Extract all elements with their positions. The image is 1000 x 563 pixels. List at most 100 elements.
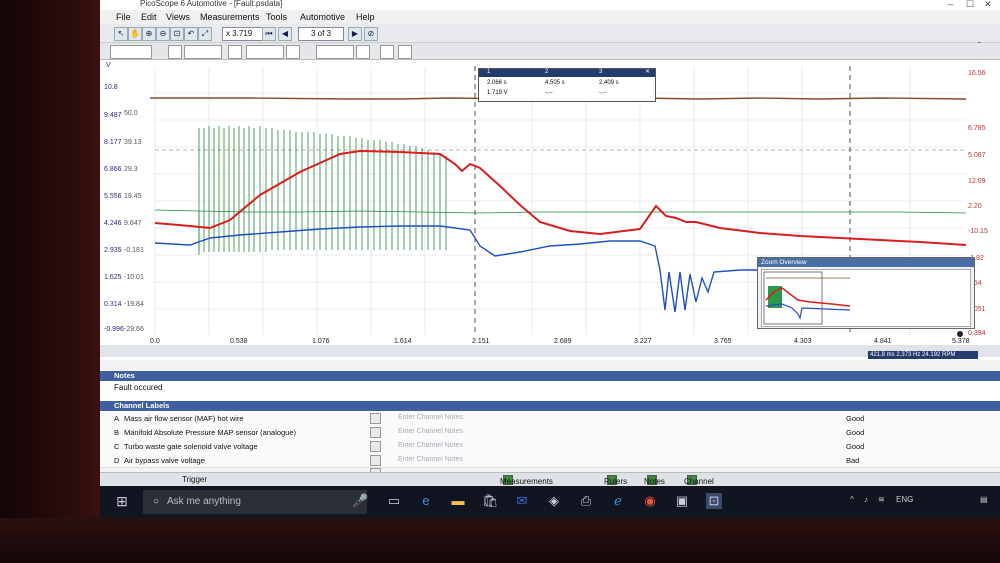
channel-note-input[interactable]: Enter Channel Notes xyxy=(398,414,463,421)
channel-b-range[interactable] xyxy=(184,45,222,59)
channel-d-range[interactable] xyxy=(316,45,354,59)
edge-icon[interactable]: e xyxy=(418,493,434,509)
windows-start-icon[interactable]: ⊞ xyxy=(114,493,130,509)
channel-labels-header[interactable]: Channel Labels xyxy=(100,401,1000,411)
channel-c-trace xyxy=(154,126,967,255)
store-icon[interactable]: 🛍 xyxy=(482,493,499,509)
zoom-area-icon[interactable]: ⊡ xyxy=(170,27,184,41)
x-tick: 2.151 xyxy=(472,338,490,345)
close-icon[interactable]: ✕ xyxy=(645,68,650,75)
measurements-header: 1 2 3 ✕ xyxy=(479,69,655,77)
channel-a-range[interactable] xyxy=(110,45,152,59)
notes-panel[interactable]: Fault occured xyxy=(100,381,1000,401)
channel-status: Bad xyxy=(846,456,860,465)
channel-d-coupling[interactable] xyxy=(356,45,370,59)
x-tick: 4.841 xyxy=(874,338,892,345)
outlook-icon[interactable]: ✉ xyxy=(514,493,530,509)
channel-labels-toggle[interactable]: Channel Labels xyxy=(684,475,714,495)
channel-note-input[interactable]: Enter Channel Notes xyxy=(398,456,463,463)
pico-app-icon[interactable]: ◈ xyxy=(546,493,562,509)
channel-note-buttons[interactable] xyxy=(370,455,392,479)
channel-label-row: D Air bypass valve voltage Enter Channel… xyxy=(100,453,1000,479)
measurements-toggle[interactable]: Measurements xyxy=(500,475,553,486)
minimize-icon[interactable]: – xyxy=(948,0,953,9)
microphone-icon[interactable]: 🎤 xyxy=(352,493,368,509)
x-tick: 2.689 xyxy=(554,338,572,345)
pointer-icon[interactable]: ↖ xyxy=(114,27,128,41)
zoom-overview-panel[interactable]: Zoom Overview xyxy=(757,257,975,329)
zoom-out-icon[interactable]: ⊖ xyxy=(156,27,170,41)
channel-c-range[interactable] xyxy=(246,45,284,59)
title-bar: PicoScope 6 Automotive - [Fault.psdata] … xyxy=(100,0,1000,10)
buffer-first-icon[interactable]: ⏮ xyxy=(262,27,276,41)
menu-automotive[interactable]: Automotive xyxy=(300,12,345,22)
network-icon[interactable]: ≋ xyxy=(878,495,885,504)
undo-zoom-icon[interactable]: ↶ xyxy=(184,27,198,41)
channel-label-row: B Manifold Absolute Pressure MAP sensor … xyxy=(100,425,1000,451)
menu-views[interactable]: Views xyxy=(166,12,190,22)
menu-file[interactable]: File xyxy=(116,12,131,22)
chrome-icon[interactable]: ◉ xyxy=(642,493,658,509)
tray-up-icon[interactable]: ^ xyxy=(850,495,854,504)
internet-explorer-icon[interactable]: ℯ xyxy=(610,493,626,509)
x-tick: 1.076 xyxy=(312,338,330,345)
menu-help[interactable]: Help xyxy=(356,12,375,22)
measurement-value: 1.719 V xyxy=(487,90,508,96)
measurement-value: 2.409 s xyxy=(599,80,619,86)
channel-d-enable[interactable] xyxy=(380,45,394,59)
buffer-prev-icon[interactable]: ◀ xyxy=(278,27,292,41)
x-tick: 3.227 xyxy=(634,338,652,345)
photos-icon[interactable]: ▣ xyxy=(674,493,690,509)
channel-settings-bar xyxy=(100,43,1000,60)
rulers-toggle[interactable]: Rulers xyxy=(604,475,627,486)
zoom-in-icon[interactable]: ⊕ xyxy=(142,27,156,41)
channel-c-coupling[interactable] xyxy=(286,45,300,59)
channel-note-input[interactable]: Enter Channel Notes xyxy=(398,442,463,449)
hand-icon[interactable]: ✋ xyxy=(128,27,142,41)
fax-icon[interactable]: ⎙ xyxy=(578,493,594,509)
cortana-search[interactable]: ○ Ask me anything xyxy=(143,490,367,514)
channel-note-buttons[interactable] xyxy=(370,441,392,465)
measurement-col: 2 xyxy=(545,69,549,75)
window-title: PicoScope 6 Automotive - [Fault.psdata] xyxy=(140,0,283,8)
menu-edit[interactable]: Edit xyxy=(141,12,157,22)
channel-letter: B xyxy=(114,428,120,437)
scope-graph[interactable]: V 10.8 9.487 8.177 6.866 5.556 4.246 2.9… xyxy=(100,60,1000,360)
channel-a-coupling[interactable] xyxy=(168,45,182,59)
channel-note-buttons[interactable] xyxy=(370,413,392,437)
notifications-icon[interactable]: ▤ xyxy=(980,495,988,504)
channel-label-row: A Mass air flow sensor (MAF) hot wire En… xyxy=(100,411,1000,437)
channel-note-input[interactable]: Enter Channel Notes xyxy=(398,428,463,435)
language-indicator[interactable]: ENG xyxy=(896,495,913,504)
channel-b-coupling[interactable] xyxy=(228,45,242,59)
menu-bar: File Edit Views Measurements Tools Autom… xyxy=(100,10,1000,24)
close-icon[interactable]: ✕ xyxy=(984,0,992,10)
horizontal-scrollbar[interactable] xyxy=(100,345,1000,357)
notes-toggle[interactable]: Notes xyxy=(644,475,665,486)
ruler-handle[interactable] xyxy=(957,331,963,337)
picoscope-taskbar-icon[interactable]: ⊡ xyxy=(706,493,722,509)
probe-settings-button[interactable] xyxy=(398,45,412,59)
measurements-table[interactable]: 1 2 3 ✕ 2.066 s 4.505 s 2.409 s 1.719 V … xyxy=(478,68,656,102)
zoom-fit-icon[interactable]: ⤢ xyxy=(198,27,212,41)
channel-name: Air bypass valve voltage xyxy=(124,456,205,465)
channel-note-buttons[interactable] xyxy=(370,427,392,451)
monitor-bezel-bottom xyxy=(0,518,1000,563)
channel-name: Manifold Absolute Pressure MAP sensor (a… xyxy=(124,428,297,437)
toolbar: ↖ ✋ ⊕ ⊖ ⊡ ↶ ⤢ x 3.719 ⏮ ◀ 3 of 3 ▶ ⊘ xyxy=(100,24,1000,43)
menu-measurements[interactable]: Measurements xyxy=(200,12,260,22)
bottom-toolbar: Trigger Measurements Rulers Notes Channe… xyxy=(100,472,1000,495)
channel-status: Good xyxy=(846,442,865,451)
trigger-mode[interactable]: Trigger xyxy=(182,475,207,484)
buffer-next-icon[interactable]: ▶ xyxy=(348,27,362,41)
x-tick: 4.303 xyxy=(794,338,812,345)
x-tick: 0.538 xyxy=(230,338,248,345)
buffer-navigator-icon[interactable]: ⊘ xyxy=(364,27,378,41)
zoom-level-field[interactable]: x 3.719 xyxy=(222,27,263,41)
file-explorer-icon[interactable]: ▬ xyxy=(450,493,466,509)
volume-icon[interactable]: ♪ xyxy=(864,495,868,504)
notes-header[interactable]: Notes xyxy=(100,371,1000,381)
menu-tools[interactable]: Tools xyxy=(266,12,287,22)
maximize-icon[interactable]: ☐ xyxy=(966,0,974,10)
task-view-icon[interactable]: ▭ xyxy=(386,493,402,509)
